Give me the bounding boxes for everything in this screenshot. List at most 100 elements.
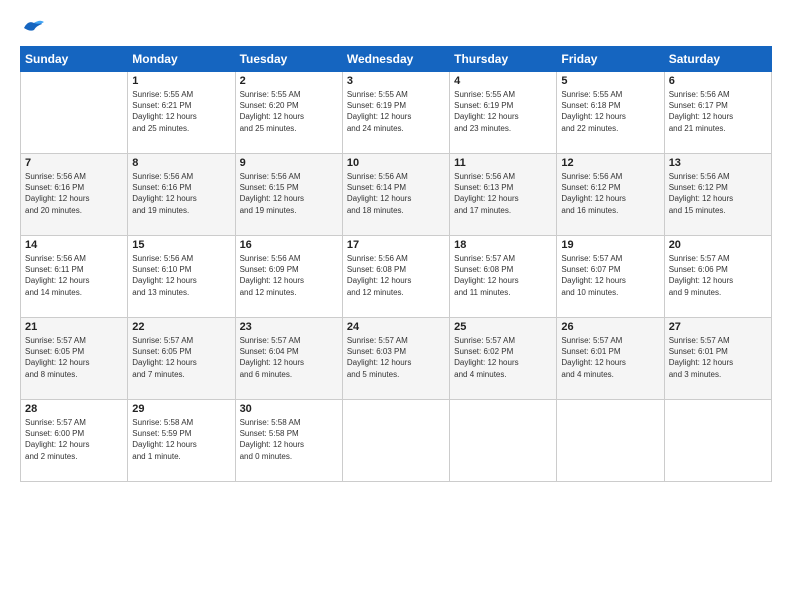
week-row-4: 21 Sunrise: 5:57 AM Sunset: 6:05 PM Dayli… [21, 318, 772, 400]
day-cell: 18 Sunrise: 5:57 AM Sunset: 6:08 PM Dayli… [450, 236, 557, 318]
day-info: Sunrise: 5:57 AM Sunset: 6:07 PM Dayligh… [561, 253, 659, 298]
day-number: 2 [240, 75, 338, 87]
day-number: 6 [669, 75, 767, 87]
day-info: Sunrise: 5:56 AM Sunset: 6:12 PM Dayligh… [561, 171, 659, 216]
day-info: Sunrise: 5:55 AM Sunset: 6:19 PM Dayligh… [347, 89, 445, 134]
day-info: Sunrise: 5:57 AM Sunset: 6:04 PM Dayligh… [240, 335, 338, 380]
day-number: 8 [132, 157, 230, 169]
day-cell: 6 Sunrise: 5:56 AM Sunset: 6:17 PM Daylig… [664, 72, 771, 154]
day-number: 1 [132, 75, 230, 87]
day-info: Sunrise: 5:57 AM Sunset: 6:05 PM Dayligh… [132, 335, 230, 380]
day-number: 19 [561, 239, 659, 251]
day-number: 24 [347, 321, 445, 333]
day-cell [664, 400, 771, 482]
day-number: 23 [240, 321, 338, 333]
day-cell: 11 Sunrise: 5:56 AM Sunset: 6:13 PM Dayli… [450, 154, 557, 236]
day-info: Sunrise: 5:55 AM Sunset: 6:18 PM Dayligh… [561, 89, 659, 134]
day-number: 22 [132, 321, 230, 333]
day-cell [342, 400, 449, 482]
day-cell: 28 Sunrise: 5:57 AM Sunset: 6:00 PM Dayli… [21, 400, 128, 482]
day-info: Sunrise: 5:57 AM Sunset: 6:00 PM Dayligh… [25, 417, 123, 462]
week-row-1: 1 Sunrise: 5:55 AM Sunset: 6:21 PM Daylig… [21, 72, 772, 154]
weekday-header-row: SundayMondayTuesdayWednesdayThursdayFrid… [21, 47, 772, 72]
day-cell: 25Sunrise: 5:57 AM Sunset: 6:02 PM Dayli… [450, 318, 557, 400]
weekday-header-wednesday: Wednesday [342, 47, 449, 72]
day-info: Sunrise: 5:56 AM Sunset: 6:08 PM Dayligh… [347, 253, 445, 298]
day-number: 29 [132, 403, 230, 415]
logo [20, 18, 44, 36]
day-info: Sunrise: 5:55 AM Sunset: 6:19 PM Dayligh… [454, 89, 552, 134]
weekday-header-tuesday: Tuesday [235, 47, 342, 72]
day-number: 3 [347, 75, 445, 87]
week-row-3: 14Sunrise: 5:56 AM Sunset: 6:11 PM Dayli… [21, 236, 772, 318]
day-number: 20 [669, 239, 767, 251]
day-info: Sunrise: 5:57 AM Sunset: 6:01 PM Dayligh… [669, 335, 767, 380]
day-number: 27 [669, 321, 767, 333]
day-cell: 2Sunrise: 5:55 AM Sunset: 6:20 PM Daylig… [235, 72, 342, 154]
day-number: 12 [561, 157, 659, 169]
day-info: Sunrise: 5:58 AM Sunset: 5:59 PM Dayligh… [132, 417, 230, 462]
day-cell: 9 Sunrise: 5:56 AM Sunset: 6:15 PM Daylig… [235, 154, 342, 236]
logo-bird-icon [22, 18, 44, 36]
day-cell: 8 Sunrise: 5:56 AM Sunset: 6:16 PM Daylig… [128, 154, 235, 236]
day-info: Sunrise: 5:55 AM Sunset: 6:21 PM Dayligh… [132, 89, 230, 134]
day-number: 18 [454, 239, 552, 251]
day-number: 16 [240, 239, 338, 251]
day-cell: 10 Sunrise: 5:56 AM Sunset: 6:14 PM Dayli… [342, 154, 449, 236]
day-info: Sunrise: 5:56 AM Sunset: 6:16 PM Dayligh… [25, 171, 123, 216]
day-number: 15 [132, 239, 230, 251]
day-cell: 17 Sunrise: 5:56 AM Sunset: 6:08 PM Dayli… [342, 236, 449, 318]
week-row-5: 28 Sunrise: 5:57 AM Sunset: 6:00 PM Dayli… [21, 400, 772, 482]
day-cell: 5 Sunrise: 5:55 AM Sunset: 6:18 PM Daylig… [557, 72, 664, 154]
day-info: Sunrise: 5:57 AM Sunset: 6:06 PM Dayligh… [669, 253, 767, 298]
day-cell: 24 Sunrise: 5:57 AM Sunset: 6:03 PM Dayli… [342, 318, 449, 400]
weekday-header-sunday: Sunday [21, 47, 128, 72]
day-number: 9 [240, 157, 338, 169]
day-info: Sunrise: 5:57 AM Sunset: 6:08 PM Dayligh… [454, 253, 552, 298]
calendar-table: SundayMondayTuesdayWednesdayThursdayFrid… [20, 46, 772, 482]
day-number: 5 [561, 75, 659, 87]
day-cell: 20 Sunrise: 5:57 AM Sunset: 6:06 PM Dayli… [664, 236, 771, 318]
day-cell: 19 Sunrise: 5:57 AM Sunset: 6:07 PM Dayli… [557, 236, 664, 318]
day-info: Sunrise: 5:57 AM Sunset: 6:03 PM Dayligh… [347, 335, 445, 380]
day-number: 13 [669, 157, 767, 169]
day-cell [557, 400, 664, 482]
day-number: 10 [347, 157, 445, 169]
day-info: Sunrise: 5:56 AM Sunset: 6:12 PM Dayligh… [669, 171, 767, 216]
day-cell [450, 400, 557, 482]
day-info: Sunrise: 5:56 AM Sunset: 6:11 PM Dayligh… [25, 253, 123, 298]
day-info: Sunrise: 5:57 AM Sunset: 6:05 PM Dayligh… [25, 335, 123, 380]
day-info: Sunrise: 5:56 AM Sunset: 6:10 PM Dayligh… [132, 253, 230, 298]
weekday-header-monday: Monday [128, 47, 235, 72]
day-cell: 23 Sunrise: 5:57 AM Sunset: 6:04 PM Dayli… [235, 318, 342, 400]
day-cell: 16Sunrise: 5:56 AM Sunset: 6:09 PM Dayli… [235, 236, 342, 318]
day-cell: 27 Sunrise: 5:57 AM Sunset: 6:01 PM Dayli… [664, 318, 771, 400]
day-cell: 1 Sunrise: 5:55 AM Sunset: 6:21 PM Daylig… [128, 72, 235, 154]
day-number: 25 [454, 321, 552, 333]
day-number: 28 [25, 403, 123, 415]
day-info: Sunrise: 5:57 AM Sunset: 6:01 PM Dayligh… [561, 335, 659, 380]
day-number: 11 [454, 157, 552, 169]
day-cell: 12 Sunrise: 5:56 AM Sunset: 6:12 PM Dayli… [557, 154, 664, 236]
day-info: Sunrise: 5:56 AM Sunset: 6:14 PM Dayligh… [347, 171, 445, 216]
day-cell: 3 Sunrise: 5:55 AM Sunset: 6:19 PM Daylig… [342, 72, 449, 154]
day-info: Sunrise: 5:56 AM Sunset: 6:17 PM Dayligh… [669, 89, 767, 134]
day-info: Sunrise: 5:56 AM Sunset: 6:13 PM Dayligh… [454, 171, 552, 216]
day-info: Sunrise: 5:56 AM Sunset: 6:16 PM Dayligh… [132, 171, 230, 216]
header [20, 18, 772, 36]
day-cell: 22 Sunrise: 5:57 AM Sunset: 6:05 PM Dayli… [128, 318, 235, 400]
day-cell: 13 Sunrise: 5:56 AM Sunset: 6:12 PM Dayli… [664, 154, 771, 236]
day-cell: 14Sunrise: 5:56 AM Sunset: 6:11 PM Dayli… [21, 236, 128, 318]
day-cell: 21 Sunrise: 5:57 AM Sunset: 6:05 PM Dayli… [21, 318, 128, 400]
weekday-header-thursday: Thursday [450, 47, 557, 72]
day-number: 21 [25, 321, 123, 333]
day-number: 30 [240, 403, 338, 415]
day-info: Sunrise: 5:56 AM Sunset: 6:15 PM Dayligh… [240, 171, 338, 216]
weekday-header-friday: Friday [557, 47, 664, 72]
day-cell [21, 72, 128, 154]
day-number: 26 [561, 321, 659, 333]
day-cell: 26 Sunrise: 5:57 AM Sunset: 6:01 PM Dayli… [557, 318, 664, 400]
day-number: 17 [347, 239, 445, 251]
page: SundayMondayTuesdayWednesdayThursdayFrid… [0, 0, 792, 612]
day-cell: 15 Sunrise: 5:56 AM Sunset: 6:10 PM Dayli… [128, 236, 235, 318]
